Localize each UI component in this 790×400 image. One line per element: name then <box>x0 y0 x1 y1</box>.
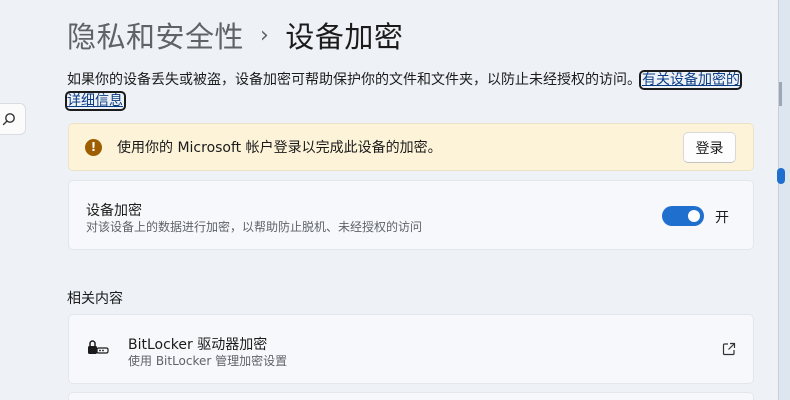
window-right-edge <box>777 0 790 400</box>
warning-banner: ! 使用你的 Microsoft 帐户登录以完成此设备的加密。 登录 <box>68 123 754 171</box>
next-related-card[interactable] <box>68 392 754 400</box>
breadcrumb-parent[interactable]: 隐私和安全性 <box>67 14 244 56</box>
setting-title: 设备加密 <box>86 203 142 219</box>
setting-description: 对该设备上的数据进行加密，以帮助防止脱机、未经授权的访问 <box>86 220 423 234</box>
bitlocker-title: BitLocker 驱动器加密 <box>128 337 268 353</box>
chevron-right-icon: › <box>260 22 270 48</box>
edge-accent-marker <box>777 168 785 184</box>
toggle-knob <box>688 210 700 222</box>
toggle-state-label: 开 <box>715 210 729 226</box>
bitlocker-key-icon <box>88 340 109 354</box>
edge-divider <box>779 82 782 106</box>
page-title: 设备加密 <box>285 20 404 54</box>
sign-in-button[interactable]: 登录 <box>683 132 736 163</box>
search-button[interactable] <box>0 103 26 135</box>
intro-paragraph: 如果你的设备丢失或被盗，设备加密可帮助保护你的文件和文件夹，以防止未经授权的访问… <box>65 70 747 112</box>
related-header: 相关内容 <box>67 291 123 307</box>
bitlocker-link-card[interactable]: BitLocker 驱动器加密 使用 BitLocker 管理加密设置 <box>68 314 754 384</box>
bitlocker-description: 使用 BitLocker 管理加密设置 <box>128 354 288 368</box>
warning-icon: ! <box>85 138 102 156</box>
search-icon <box>2 113 15 126</box>
intro-text: 如果你的设备丢失或被盗，设备加密可帮助保护你的文件和文件夹，以防止未经授权的访问… <box>67 72 641 88</box>
external-link-icon <box>722 342 736 356</box>
encryption-toggle[interactable] <box>662 206 704 226</box>
warning-text: 使用你的 Microsoft 帐户登录以完成此设备的加密。 <box>117 140 442 156</box>
breadcrumb: 隐私和安全性 › 设备加密 <box>67 14 403 56</box>
device-encryption-setting: 设备加密 对该设备上的数据进行加密，以帮助防止脱机、未经授权的访问 开 <box>68 180 754 250</box>
